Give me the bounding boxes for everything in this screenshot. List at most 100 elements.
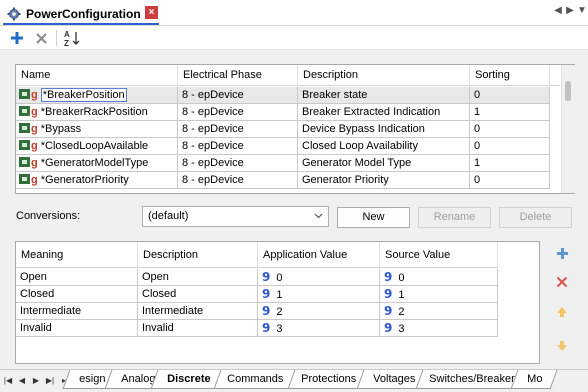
sheet-tab-discrete[interactable]: Discrete — [150, 370, 222, 389]
chevron-down-icon — [314, 213, 323, 219]
table-row[interactable]: g *GeneratorPriority 8 - epDevice Generator… — [16, 172, 561, 189]
sheet-tab-commands[interactable]: Commands — [210, 370, 296, 389]
table-row[interactable]: g *BreakerPosition 8 - epDevice Breaker sta… — [16, 87, 561, 104]
scrollbar-thumb[interactable] — [565, 81, 571, 101]
cell-meaning[interactable]: Open — [16, 269, 138, 286]
cell-description[interactable]: Generator Priority — [298, 172, 470, 189]
table-row[interactable]: Invalid Invalid 9 3 9 3 — [16, 320, 498, 337]
first-sheet-icon[interactable]: |◀ — [2, 374, 14, 388]
toolbar-separator — [56, 30, 57, 46]
cell-app[interactable]: 90 — [258, 269, 380, 286]
sheet-tab-mo[interactable]: Mo — [510, 370, 558, 389]
cell-description[interactable]: Intermediate — [138, 303, 258, 320]
close-tab-button[interactable]: × — [145, 6, 158, 19]
cell-description[interactable]: Invalid — [138, 320, 258, 337]
cell-description[interactable]: Generator Model Type — [298, 155, 470, 172]
column-header-phase[interactable]: Electrical Phase — [178, 65, 298, 86]
cell-meaning[interactable]: Closed — [16, 286, 138, 303]
cell-description[interactable]: Breaker state — [298, 87, 470, 104]
column-header-meaning[interactable]: Meaning — [16, 242, 138, 268]
cell-description[interactable]: Closed — [138, 286, 258, 303]
table-row[interactable]: Intermediate Intermediate 9 2 9 2 — [16, 303, 498, 320]
conversions-dropdown[interactable]: (default) — [142, 206, 329, 227]
cell-name[interactable]: g *ClosedLoopAvailable — [16, 138, 178, 155]
value-text: 0 — [398, 272, 405, 284]
cell-description[interactable]: Breaker Extracted Indication — [298, 104, 470, 121]
cell-meaning[interactable]: Invalid — [16, 320, 138, 337]
value-text: 3 — [398, 323, 405, 335]
cell-sorting[interactable]: 0 — [470, 172, 550, 189]
table-row[interactable]: g *BreakerRackPosition 8 - epDevice Breaker… — [16, 104, 561, 121]
tag-glyph: g — [31, 89, 38, 101]
add-conversion-row-button[interactable] — [552, 243, 572, 263]
sheet-tab-label: Voltages — [373, 373, 416, 385]
cell-phase[interactable]: 8 - epDevice — [178, 155, 298, 172]
cell-src[interactable]: 91 — [380, 286, 498, 303]
cell-app[interactable]: 92 — [258, 303, 380, 320]
cell-sorting[interactable]: 1 — [470, 155, 550, 172]
cell-name[interactable]: g *GeneratorModelType — [16, 155, 178, 172]
cell-name[interactable]: g *BreakerPosition — [16, 87, 178, 104]
sheet-tab-protections[interactable]: Protections — [284, 370, 368, 389]
sheet-tab-label: Mo — [527, 373, 543, 385]
cell-sorting[interactable]: 1 — [470, 104, 550, 121]
table-row[interactable]: g *GeneratorModelType 8 - epDevice Generato… — [16, 155, 561, 172]
sort-button[interactable]: A Z — [62, 29, 82, 47]
table-row[interactable]: g *Bypass 8 - epDevice Device Bypass Indica… — [16, 121, 561, 138]
column-header-description[interactable]: Description — [138, 242, 258, 268]
delete-button[interactable] — [32, 29, 50, 47]
cell-description[interactable]: Device Bypass Indication — [298, 121, 470, 138]
cell-description[interactable]: Open — [138, 269, 258, 286]
chevron-down-icon[interactable]: ▼ — [577, 5, 587, 16]
sheet-tab-label: Switches/Breakers — [429, 373, 521, 385]
new-button[interactable]: New — [337, 207, 410, 228]
delete-conversion-button[interactable]: Delete — [499, 207, 572, 228]
cell-app[interactable]: 91 — [258, 286, 380, 303]
sheet-tab-switches-breakers[interactable]: Switches/Breakers — [412, 370, 522, 389]
prev-sheet-icon[interactable]: ◀ — [16, 374, 28, 388]
vertical-scrollbar[interactable] — [561, 65, 575, 193]
move-up-button[interactable] — [552, 302, 572, 322]
move-down-button[interactable] — [552, 336, 572, 356]
cell-description[interactable]: Closed Loop Availability — [298, 138, 470, 155]
cell-meaning[interactable]: Intermediate — [16, 303, 138, 320]
cell-src[interactable]: 90 — [380, 269, 498, 286]
table-row[interactable]: g *ClosedLoopAvailable 8 - epDevice Closed … — [16, 138, 561, 155]
rename-button[interactable]: Rename — [418, 207, 491, 228]
column-header-description[interactable]: Description — [298, 65, 470, 86]
next-sheet-icon[interactable]: ▶ — [30, 374, 42, 388]
cell-app[interactable]: 93 — [258, 320, 380, 337]
column-header-application-value[interactable]: Application Value — [258, 242, 380, 268]
cell-name[interactable]: g *GeneratorPriority — [16, 172, 178, 189]
cell-src[interactable]: 93 — [380, 320, 498, 337]
cell-name[interactable]: g *Bypass — [16, 121, 178, 138]
cell-phase[interactable]: 8 - epDevice — [178, 121, 298, 138]
cell-name[interactable]: g *BreakerRackPosition — [16, 104, 178, 121]
chevron-left-icon[interactable]: ◀ — [553, 5, 563, 16]
sheet-tab-label: Analog — [121, 373, 156, 385]
delete-conversion-row-button[interactable] — [552, 272, 572, 292]
cell-sorting[interactable]: 0 — [470, 138, 550, 155]
add-button[interactable] — [8, 29, 26, 47]
table-row[interactable]: Open Open 9 0 9 0 — [16, 269, 498, 286]
value-text: 2 — [398, 306, 405, 318]
cell-src[interactable]: 92 — [380, 303, 498, 320]
cell-phase[interactable]: 8 - epDevice — [178, 104, 298, 121]
column-header-filler — [550, 65, 560, 86]
value-text: 0 — [276, 272, 283, 284]
cell-sorting[interactable]: 0 — [470, 87, 550, 104]
column-header-sorting[interactable]: Sorting — [470, 65, 550, 86]
cell-sorting[interactable]: 0 — [470, 121, 550, 138]
last-sheet-icon[interactable]: ▶| — [44, 374, 56, 388]
table-row[interactable]: Closed Closed 9 1 9 1 — [16, 286, 498, 303]
cell-phase[interactable]: 8 - epDevice — [178, 138, 298, 155]
sheet-tab-voltages[interactable]: Voltages — [356, 370, 424, 389]
tag-glyph: g — [31, 140, 38, 152]
document-tab[interactable]: PowerConfiguration — [3, 3, 145, 24]
gear-icon — [7, 7, 21, 20]
cell-phase[interactable]: 8 - epDevice — [178, 87, 298, 104]
cell-phase[interactable]: 8 - epDevice — [178, 172, 298, 189]
column-header-source-value[interactable]: Source Value — [380, 242, 498, 268]
column-header-name[interactable]: Name — [16, 65, 178, 86]
chevron-right-icon[interactable]: ▶ — [565, 5, 575, 16]
